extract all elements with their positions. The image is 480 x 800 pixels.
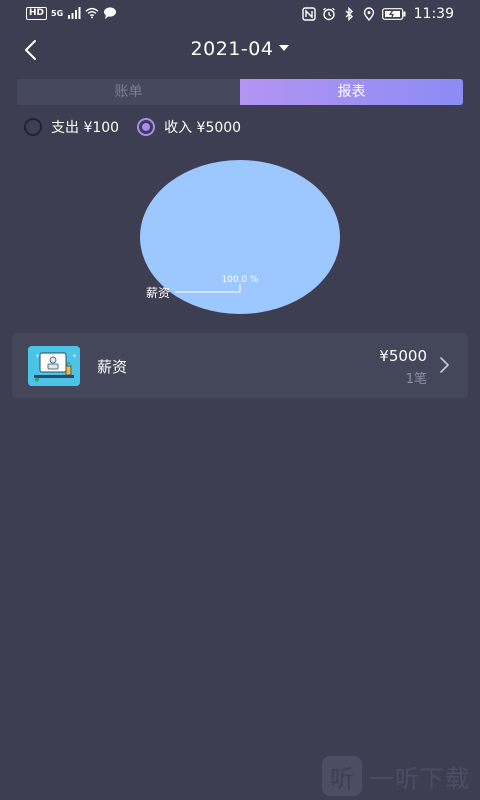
status-left: HD 5G	[26, 6, 117, 20]
status-right: 11:39	[301, 6, 454, 22]
category-count: 1笔	[405, 372, 427, 387]
svg-text:+: +	[72, 353, 77, 360]
category-row-salary[interactable]: + + 薪资 ¥5000 1笔	[12, 333, 468, 398]
tab-report[interactable]: 报表	[240, 79, 463, 105]
network-label: 5G	[51, 8, 64, 18]
pie-category-label: 薪资	[146, 286, 170, 300]
filter-expense-label: 支出 ¥100	[51, 120, 120, 136]
pie-percent-label: 100.0 %	[221, 275, 259, 285]
nfc-icon	[301, 7, 316, 21]
radio-expense[interactable]	[24, 118, 42, 136]
caret-down-icon	[279, 45, 290, 51]
view-tabs: 账单 报表	[17, 79, 463, 105]
location-icon	[363, 7, 374, 21]
signal-icon	[68, 7, 81, 19]
message-icon	[104, 7, 117, 19]
status-bar: HD 5G 11:39	[0, 0, 480, 28]
header: 2021-04	[0, 32, 480, 68]
pie-chart: 100.0 % 薪资	[0, 150, 480, 325]
bluetooth-icon	[345, 7, 353, 21]
chevron-right-icon	[440, 357, 450, 373]
hd-badge: HD	[26, 6, 48, 20]
battery-icon	[381, 8, 406, 20]
category-name: 薪资	[97, 358, 128, 376]
alarm-icon	[322, 7, 335, 21]
watermark-text: 一听下载	[370, 764, 470, 793]
watermark-logo: 听	[322, 756, 362, 796]
filter-income[interactable]: 收入 ¥5000	[137, 117, 241, 137]
radio-income[interactable]	[137, 118, 156, 136]
pie-chart-svg: 100.0 % 薪资	[140, 160, 340, 314]
category-amount: ¥5000	[379, 347, 427, 365]
clock-time: 11:39	[413, 6, 454, 22]
salary-icon: + +	[28, 346, 80, 386]
filter-income-label: 收入 ¥5000	[164, 120, 242, 136]
month-label: 2021-04	[190, 38, 274, 60]
tab-bill[interactable]: 账单	[17, 79, 240, 105]
filter-expense[interactable]: 支出 ¥100	[24, 117, 119, 137]
wifi-icon	[85, 7, 99, 19]
type-filter: 支出 ¥100 收入 ¥5000	[24, 117, 259, 137]
month-selector[interactable]: 2021-04	[0, 38, 480, 60]
svg-text:+: +	[35, 353, 40, 360]
watermark: 听 一听下载	[322, 756, 470, 796]
